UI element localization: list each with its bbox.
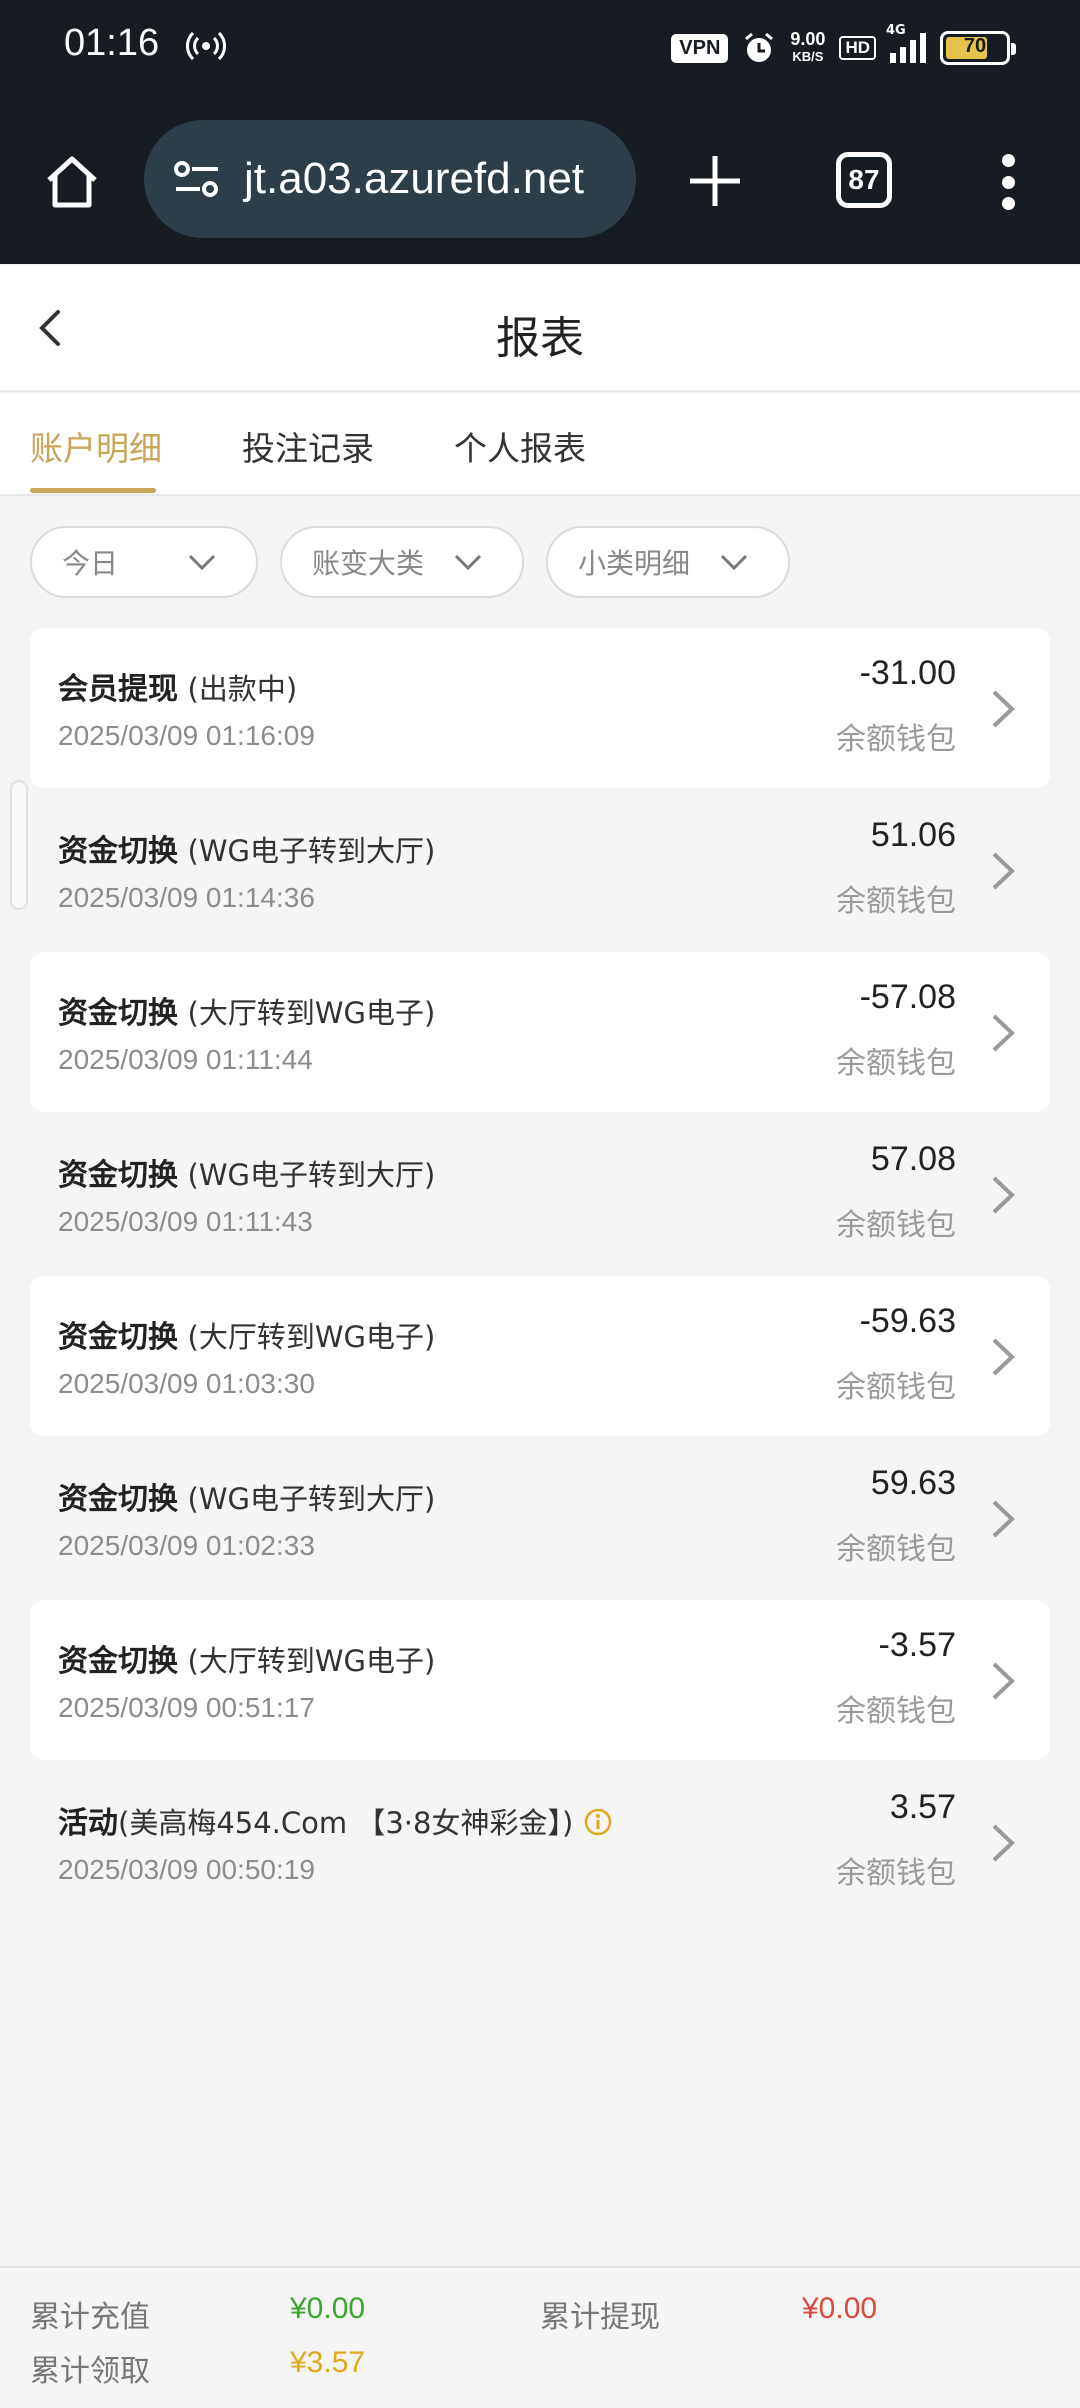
status-time: 01:16: [64, 22, 160, 64]
record-wallet: 余额钱包: [836, 1370, 956, 1405]
record-amount: 51.06: [870, 816, 956, 854]
tab-bet-records[interactable]: 投注记录: [242, 422, 374, 470]
total-claim-label: 累计领取: [30, 2354, 150, 2389]
vpn-badge: VPN: [671, 33, 729, 63]
record-row[interactable]: 活动(美高梅454.Com 【3·8女神彩金】) 2025/03/09 00:5…: [30, 1762, 1050, 1922]
record-row[interactable]: 资金切换 (WG电子转到大厅) 2025/03/09 01:14:36 51.0…: [30, 790, 1050, 950]
record-detail: (WG电子转到大厅): [187, 1158, 436, 1192]
record-amount: 59.63: [870, 1464, 956, 1502]
hd-badge: HD: [839, 36, 876, 60]
record-time: 2025/03/09 01:14:36: [58, 882, 315, 913]
total-claim-value: ¥3.57: [290, 2346, 366, 2379]
record-row[interactable]: 资金切换 (大厅转到WG电子) 2025/03/09 00:51:17 -3.5…: [30, 1600, 1050, 1760]
record-row[interactable]: 资金切换 (WG电子转到大厅) 2025/03/09 01:11:43 57.0…: [30, 1114, 1050, 1274]
total-withdraw-value: ¥0.00: [802, 2292, 878, 2325]
total-deposit-value: ¥0.00: [290, 2292, 366, 2325]
record-detail: (大厅转到WG电子): [187, 1320, 436, 1354]
chevron-down-icon: [720, 554, 748, 571]
info-icon[interactable]: [583, 1807, 613, 1837]
record-wallet: 余额钱包: [836, 1856, 956, 1891]
report-tabs: 账户明细 投注记录 个人报表: [0, 394, 1080, 496]
record-amount: -31.00: [859, 654, 956, 692]
record-wallet: 余额钱包: [836, 1694, 956, 1729]
record-type: 资金切换: [58, 1320, 178, 1355]
battery-icon: 70: [940, 31, 1016, 65]
tab-switcher-button[interactable]: 87: [836, 152, 892, 208]
site-settings-icon[interactable]: [170, 152, 224, 206]
home-button[interactable]: [36, 146, 108, 218]
page-title: 报表: [496, 313, 584, 364]
chevron-down-icon: [188, 554, 216, 571]
record-detail: (WG电子转到大厅): [187, 1482, 436, 1516]
record-amount: -59.63: [859, 1302, 956, 1340]
record-amount: -57.08: [859, 978, 956, 1016]
record-detail: (出款中): [187, 672, 298, 706]
record-wallet: 余额钱包: [836, 884, 956, 919]
filter-category-label: 账变大类: [312, 547, 425, 580]
tab-personal-report[interactable]: 个人报表: [454, 422, 586, 470]
record-time: 2025/03/09 01:03:30: [58, 1368, 315, 1399]
chevron-right-icon: [992, 1824, 1015, 1862]
record-amount: -3.57: [878, 1626, 957, 1664]
scrollbar[interactable]: [10, 780, 28, 910]
chevron-right-icon: [992, 1176, 1015, 1214]
chevron-right-icon: [992, 852, 1015, 890]
record-time: 2025/03/09 01:02:33: [58, 1530, 315, 1561]
record-type: 资金切换: [58, 834, 178, 869]
tab-account-detail[interactable]: 账户明细: [30, 422, 162, 470]
record-type: 资金切换: [58, 1482, 178, 1517]
hotspot-icon: [186, 31, 226, 61]
record-type: 资金切换: [58, 1644, 178, 1679]
filter-subcategory-label: 小类明细: [578, 547, 691, 580]
record-row[interactable]: 资金切换 (大厅转到WG电子) 2025/03/09 01:03:30 -59.…: [30, 1276, 1050, 1436]
record-time: 2025/03/09 00:50:19: [58, 1854, 315, 1885]
record-detail: (美高梅454.Com 【3·8女神彩金】): [118, 1806, 574, 1840]
record-wallet: 余额钱包: [836, 722, 956, 757]
alarm-icon: [745, 32, 774, 62]
signal-icon: 4G: [886, 23, 926, 63]
page-header: 报表: [0, 266, 1080, 392]
record-type: 资金切换: [58, 996, 178, 1031]
browser-chrome: 01:16 VPN 9.00 KB/S HD 4G 70 jt.a03.azur…: [0, 0, 1080, 264]
chevron-down-icon: [454, 554, 482, 571]
record-amount: 57.08: [870, 1140, 956, 1178]
active-tab-indicator: [30, 488, 156, 493]
filter-subcategory[interactable]: 小类明细: [546, 526, 790, 598]
url-text: jt.a03.azurefd.net: [244, 154, 585, 203]
record-time: 2025/03/09 00:51:17: [58, 1692, 315, 1723]
filter-date-label: 今日: [62, 547, 119, 580]
record-time: 2025/03/09 01:16:09: [58, 720, 315, 751]
chevron-right-icon: [992, 1014, 1015, 1052]
chevron-right-icon: [992, 690, 1015, 728]
network-speed: 9.00 KB/S: [790, 29, 826, 64]
total-deposit-label: 累计充值: [30, 2300, 150, 2335]
home-icon: [47, 156, 97, 208]
record-detail: (WG电子转到大厅): [187, 834, 436, 868]
record-type: 资金切换: [58, 1158, 178, 1193]
record-row[interactable]: 资金切换 (WG电子转到大厅) 2025/03/09 01:02:33 59.6…: [30, 1438, 1050, 1598]
chevron-right-icon: [992, 1338, 1015, 1376]
record-wallet: 余额钱包: [836, 1532, 956, 1567]
record-row[interactable]: 资金切换 (大厅转到WG电子) 2025/03/09 01:11:44 -57.…: [30, 952, 1050, 1112]
record-wallet: 余额钱包: [836, 1208, 956, 1243]
record-type: 活动: [58, 1806, 118, 1841]
record-type: 会员提现: [58, 672, 178, 707]
chevron-right-icon: [992, 1662, 1015, 1700]
record-detail: (大厅转到WG电子): [187, 996, 436, 1030]
record-detail: (大厅转到WG电子): [187, 1644, 436, 1678]
record-amount: 3.57: [889, 1788, 956, 1826]
filter-category[interactable]: 账变大类: [280, 526, 524, 598]
total-withdraw-label: 累计提现: [540, 2300, 660, 2335]
record-time: 2025/03/09 01:11:43: [58, 1206, 313, 1237]
record-wallet: 余额钱包: [836, 1046, 956, 1081]
record-row[interactable]: 会员提现 (出款中) 2025/03/09 01:16:09 -31.00 余额…: [30, 628, 1050, 788]
address-bar[interactable]: jt.a03.azurefd.net: [144, 120, 636, 238]
status-icons: VPN 9.00 KB/S HD 4G 70: [671, 23, 1016, 70]
record-time: 2025/03/09 01:11:44: [58, 1044, 313, 1075]
more-menu-icon[interactable]: [986, 150, 1030, 214]
new-tab-icon[interactable]: [680, 146, 750, 216]
chevron-right-icon: [992, 1500, 1015, 1538]
summary-footer: 累计充值 ¥0.00 累计提现 ¥0.00 累计领取 ¥3.57: [0, 2266, 1080, 2408]
filter-date[interactable]: 今日: [30, 526, 258, 598]
